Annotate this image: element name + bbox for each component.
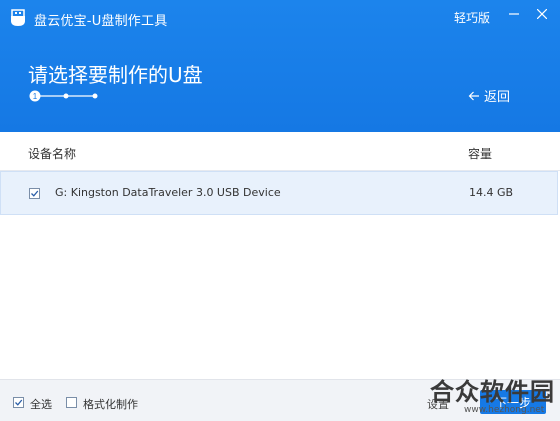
minimize-icon bbox=[509, 13, 519, 15]
step-2-dot bbox=[63, 93, 69, 99]
step-indicator: 1 bbox=[29, 90, 98, 102]
column-capacity: 容量 bbox=[468, 147, 493, 161]
select-all-label[interactable]: 全选 bbox=[30, 396, 52, 412]
arrow-left-icon bbox=[468, 91, 479, 100]
checkmark-icon bbox=[15, 399, 23, 406]
device-capacity: 14.4 GB bbox=[469, 186, 514, 199]
close-icon bbox=[537, 9, 547, 19]
watermark: 合众软件园 www.hezhong.net bbox=[428, 372, 558, 418]
step-3-dot bbox=[92, 93, 98, 99]
watermark-url: www.hezhong.net bbox=[464, 405, 545, 415]
edition-label: 轻巧版 bbox=[454, 11, 491, 25]
minimize-button[interactable] bbox=[503, 4, 525, 24]
watermark-text: 合众软件园 bbox=[430, 378, 555, 406]
step-1-number: 1 bbox=[33, 92, 38, 101]
page-heading: 请选择要制作的U盘 bbox=[28, 63, 203, 87]
device-name: G: Kingston DataTraveler 3.0 USB Device bbox=[55, 186, 281, 199]
format-checkbox[interactable] bbox=[66, 397, 77, 408]
app-title: 盘云优宝-U盘制作工具 bbox=[34, 14, 168, 29]
table-header: 设备名称 容量 bbox=[0, 132, 560, 171]
format-label[interactable]: 格式化制作 bbox=[83, 396, 138, 412]
checkmark-icon bbox=[31, 190, 39, 197]
close-button[interactable] bbox=[531, 4, 553, 24]
table-row[interactable]: G: Kingston DataTraveler 3.0 USB Device … bbox=[0, 171, 558, 215]
back-link[interactable]: 返回 bbox=[468, 86, 510, 105]
back-label: 返回 bbox=[484, 90, 511, 105]
row-checkbox[interactable] bbox=[29, 188, 40, 199]
column-device-name: 设备名称 bbox=[28, 147, 77, 161]
usb-logo-icon bbox=[11, 9, 25, 26]
header-banner: 盘云优宝-U盘制作工具 轻巧版 请选择要制作的U盘 1 返回 bbox=[0, 0, 560, 132]
select-all-checkbox[interactable] bbox=[13, 397, 24, 408]
